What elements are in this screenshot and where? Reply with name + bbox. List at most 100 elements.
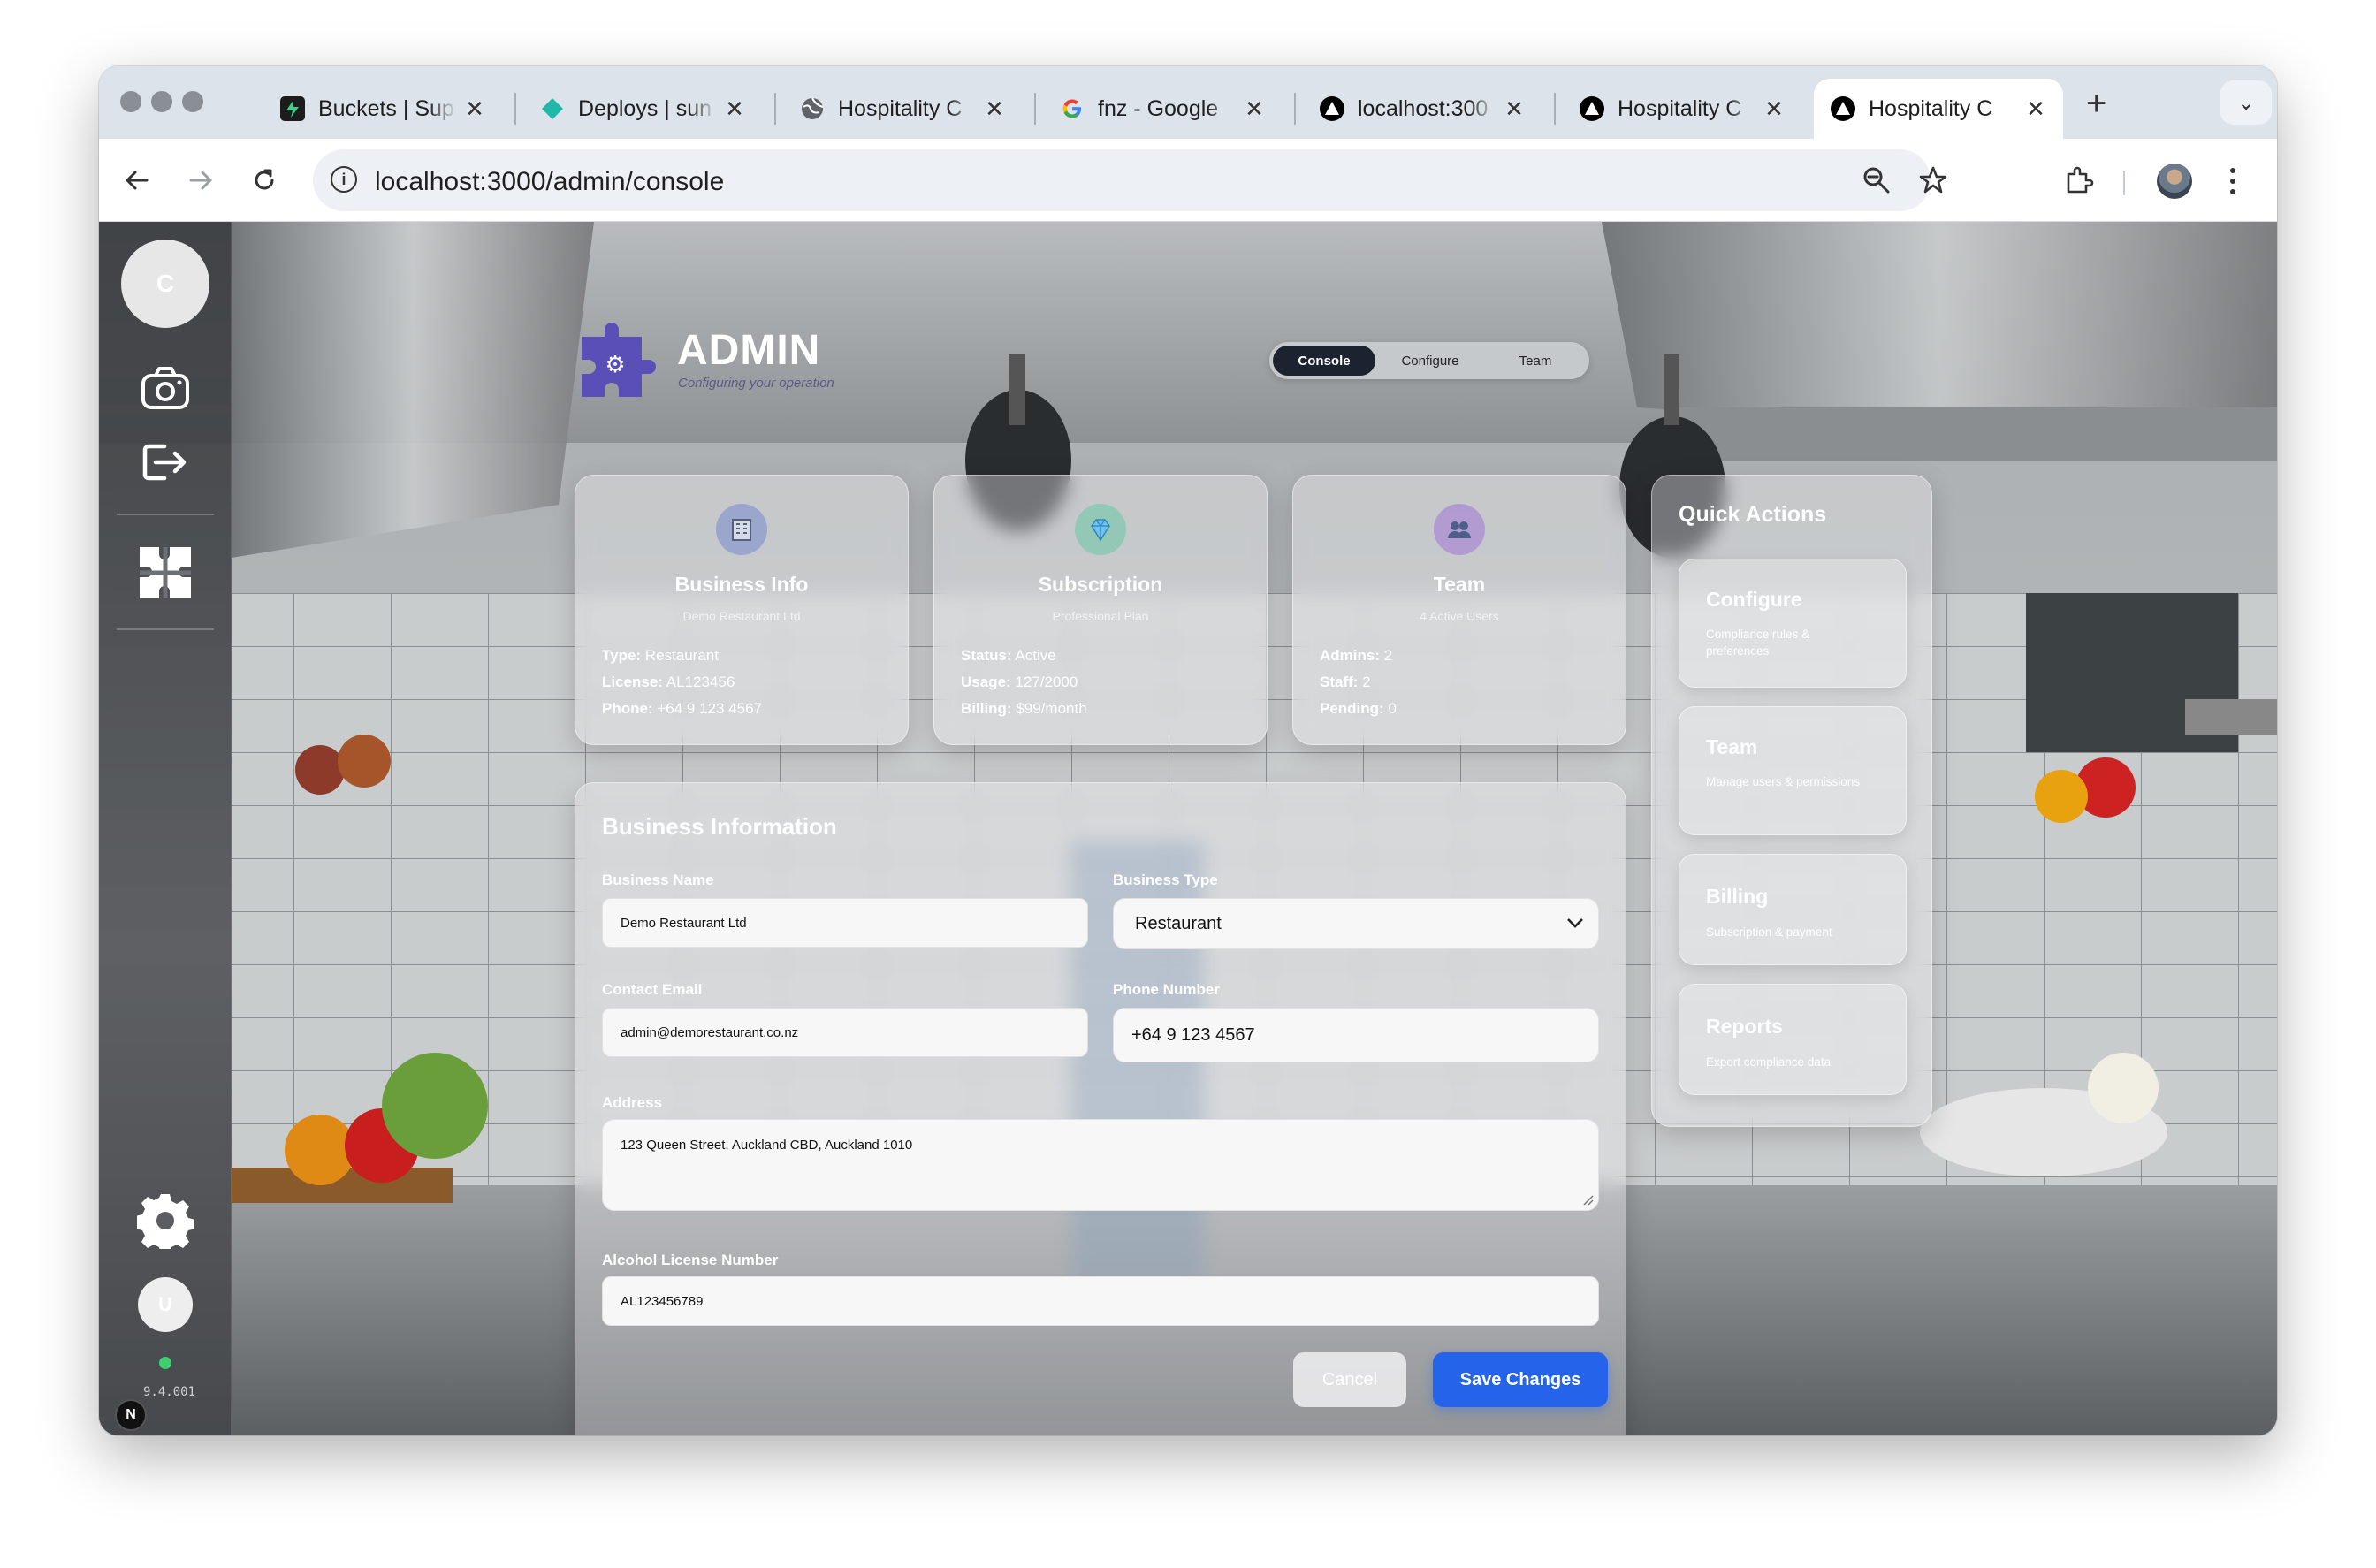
reload-icon [255,169,274,190]
alcohol-license-label: Alcohol License Number [602,1252,779,1268]
browser-menu-button[interactable] [2222,165,2243,197]
tab-configure[interactable]: Configure [1379,346,1481,376]
netlify-icon [539,95,566,122]
users-icon [1434,504,1485,555]
admins-value: 2 [1380,647,1393,664]
business-info-card[interactable]: Business Info Demo Restaurant Ltd Type: … [575,475,909,745]
zoom-window-button[interactable] [182,91,203,112]
business-name-input[interactable]: Demo Restaurant Ltd [602,898,1088,948]
quick-action-desc: Subscription & payment [1706,925,1832,939]
page-title: ADMIN [677,327,821,374]
business-type-label: Business Type [1113,872,1218,888]
chevron-down-icon: ⌄ [2236,90,2256,115]
pending-value: 0 [1383,700,1397,717]
browser-tab[interactable]: Buckets | Sup ✕ [263,79,502,139]
business-type-select[interactable]: Restaurant [1113,898,1599,949]
quick-action-title: Team [1706,735,1758,758]
close-tab-icon[interactable]: ✕ [1243,95,1266,123]
business-information-form: Business Information Business Name Demo … [575,782,1626,1435]
resize-handle-icon[interactable] [1582,1194,1595,1206]
close-tab-icon[interactable]: ✕ [1503,95,1526,123]
browser-tab[interactable]: localhost:300 ✕ [1303,79,1542,139]
tab-console[interactable]: Console [1273,346,1375,376]
browser-window: Buckets | Sup ✕ Deploys | sun ✕ Hospitalit… [99,66,2277,1435]
building-icon [716,504,767,555]
license-value: AL123456 [662,674,735,690]
chevron-down-icon [1567,918,1583,928]
close-tab-icon[interactable]: ✕ [983,95,1006,123]
quick-action-configure[interactable]: Configure Compliance rules & preferences [1679,559,1907,688]
forward-button[interactable] [179,158,223,202]
card-title: Team [1433,573,1486,596]
cancel-button[interactable]: Cancel [1293,1352,1406,1407]
company-avatar[interactable]: C [121,240,209,328]
close-tab-icon[interactable]: ✕ [2024,95,2047,123]
quick-action-desc: Export compliance data [1706,1055,1832,1069]
billing-key: Billing: [961,700,1012,717]
card-subtitle: 4 Active Users [1420,609,1499,623]
app-sidebar: C U 9.4.001 N [99,222,232,1435]
close-tab-icon[interactable]: ✕ [463,95,486,123]
quick-action-desc: Compliance rules & preferences [1706,628,1810,658]
business-name-label: Business Name [602,872,714,888]
type-value: Restaurant [641,647,719,664]
status-key: Status: [961,647,1012,664]
address-label: Address [602,1094,663,1111]
reload-button[interactable] [242,158,286,202]
close-tab-icon[interactable]: ✕ [1763,95,1786,123]
close-window-button[interactable] [120,91,141,112]
alcohol-license-input[interactable]: AL123456789 [602,1276,1599,1326]
subscription-card[interactable]: Subscription Professional Plan Status: A… [933,475,1268,745]
usage-value: 127/2000 [1010,674,1078,690]
bookmark-star-icon[interactable] [1918,165,1948,195]
license-key: License: [602,674,663,690]
phone-number-label: Phone Number [1113,981,1220,998]
diamond-icon [1075,504,1126,555]
puzzle-icon[interactable] [136,544,194,602]
nextjs-icon [1319,95,1345,122]
quick-action-title: Configure [1706,588,1802,611]
google-icon [1059,95,1085,122]
extensions-icon[interactable] [2063,165,2095,197]
admin-section-tabs: Console Configure Team [1269,342,1589,379]
nextjs-dev-indicator[interactable]: N [115,1399,147,1431]
quick-action-title: Billing [1706,885,1769,908]
back-button[interactable] [115,158,159,202]
browser-tab[interactable]: fnz - Google ✕ [1043,79,1282,139]
phone-number-input[interactable]: +64 9 123 4567 [1113,1008,1599,1062]
user-avatar[interactable]: U [138,1277,193,1332]
url-text[interactable]: localhost:3000/admin/console [375,167,724,197]
tab-team[interactable]: Team [1485,346,1586,376]
zoom-icon[interactable] [1862,165,1892,195]
quick-action-team[interactable]: Team Manage users & permissions [1679,706,1907,835]
quick-actions-panel: Quick Actions Configure Compliance rules… [1651,475,1932,1127]
close-tab-icon[interactable]: ✕ [723,95,746,123]
team-card[interactable]: Team 4 Active Users Admins: 2 Staff: 2 P… [1292,475,1626,745]
browser-tab[interactable]: Hospitality C ✕ [1563,79,1801,139]
minimize-window-button[interactable] [151,91,172,112]
camera-icon[interactable] [140,363,191,411]
sign-out-icon[interactable] [141,441,189,483]
new-tab-button[interactable]: + [2086,86,2106,121]
quick-action-billing[interactable]: Billing Subscription & payment [1679,854,1907,965]
staff-value: 2 [1358,674,1371,690]
tab-search-button[interactable]: ⌄ [2220,80,2272,125]
browser-tab-active[interactable]: Hospitality C ✕ [1814,79,2063,139]
browser-tab[interactable]: Hospitality C ✕ [783,79,1022,139]
quick-action-reports[interactable]: Reports Export compliance data [1679,984,1907,1095]
browser-tab[interactable]: Deploys | sun ✕ [523,79,762,139]
profile-avatar[interactable] [2157,164,2192,199]
browser-toolbar: i localhost:3000/admin/console [99,139,2277,222]
save-changes-button[interactable]: Save Changes [1433,1352,1608,1407]
arrow-left-icon [126,171,148,190]
globe-icon [799,95,826,122]
address-textarea[interactable]: 123 Queen Street, Auckland CBD, Auckland… [602,1119,1599,1211]
page-content: C U 9.4.001 N ⚙ ADMIN Configuring your o… [99,222,2277,1435]
gear-icon[interactable] [137,1192,194,1249]
page-subtitle: Configuring your operation [678,376,834,391]
site-info-icon[interactable]: i [331,166,357,193]
contact-email-input[interactable]: admin@demorestaurant.co.nz [602,1008,1088,1057]
nextjs-icon [1579,95,1605,122]
sidebar-divider [117,514,214,515]
address-bar[interactable]: i localhost:3000/admin/console [313,149,1947,211]
